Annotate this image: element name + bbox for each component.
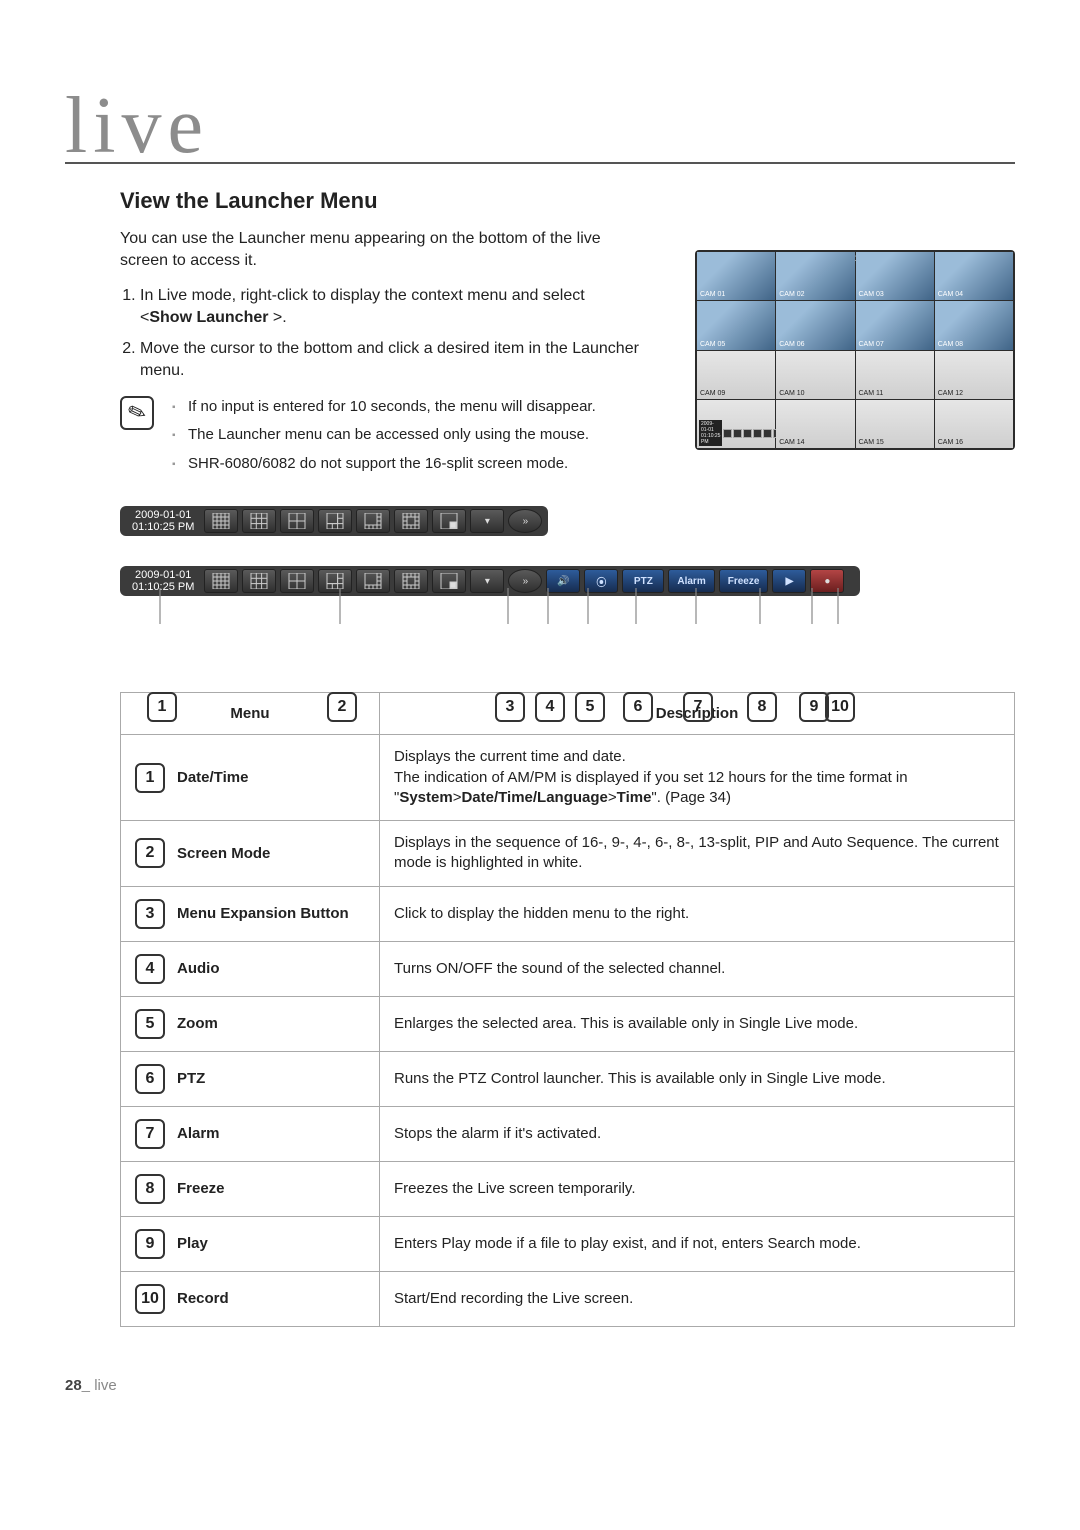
split9-icon[interactable]	[242, 509, 276, 533]
split8-icon[interactable]	[356, 509, 390, 533]
pip-icon[interactable]	[432, 509, 466, 533]
menu-number: 10	[135, 1284, 165, 1314]
menu-name: Menu Expansion Button	[177, 905, 349, 922]
page-footer: 28_ live	[65, 1377, 1015, 1394]
menu-number: 6	[135, 1064, 165, 1094]
intro-text: You can use the Launcher menu appearing …	[120, 228, 620, 271]
note-item: If no input is entered for 10 seconds, t…	[172, 396, 596, 419]
callout-number: 7	[683, 692, 713, 722]
menu-name: Date/Time	[177, 769, 248, 786]
camera-cell: CAM 16	[935, 400, 1013, 448]
menu-description: Turns ON/OFF the sound of the selected c…	[380, 941, 1015, 996]
table-row: 7 Alarm Stops the alarm if it's activated.	[121, 1106, 1015, 1161]
menu-number: 5	[135, 1009, 165, 1039]
callout-number: 6	[623, 692, 653, 722]
menu-name: Audio	[177, 960, 220, 977]
note-item: The Launcher menu can be accessed only u…	[172, 424, 596, 447]
split4-icon[interactable]	[280, 509, 314, 533]
camera-cell: CAM 04	[935, 252, 1013, 300]
note-item: SHR-6080/6082 do not support the 16-spli…	[172, 453, 596, 476]
callout-number: 1	[147, 692, 177, 722]
menu-number: 4	[135, 954, 165, 984]
expand-button[interactable]: »	[508, 509, 542, 533]
camera-cell: CAM 01	[697, 252, 775, 300]
menu-description: Start/End recording the Live screen.	[380, 1271, 1015, 1326]
menu-name: Zoom	[177, 1015, 218, 1032]
menu-description-table: Menu Description 1Date/TimeDisplays the …	[120, 692, 1015, 1326]
camera-cell: CAM 05	[697, 301, 775, 349]
callout-number: 3	[495, 692, 525, 722]
menu-number: 7	[135, 1119, 165, 1149]
menu-number: 9	[135, 1229, 165, 1259]
menu-number: 2	[135, 838, 165, 868]
dropdown-icon[interactable]: ▾	[470, 509, 504, 533]
camera-cell: CAM 12	[935, 351, 1013, 399]
menu-description: Displays in the sequence of 16-, 9-, 4-,…	[380, 821, 1015, 887]
camera-grid-screenshot: 2009-01-01 01:10:25 CAM 01CAM 02CAM 03CA…	[695, 250, 1015, 450]
callout-number: 2	[327, 692, 357, 722]
menu-number: 8	[135, 1174, 165, 1204]
page-number: 28_	[65, 1377, 90, 1394]
menu-description: Enters Play mode if a file to play exist…	[380, 1216, 1015, 1271]
notes-list: If no input is entered for 10 seconds, t…	[172, 396, 596, 482]
chapter-title: live	[65, 90, 1015, 164]
table-row: 5 Zoom Enlarges the selected area. This is…	[121, 996, 1015, 1051]
step-item: Move the cursor to the bottom and click …	[140, 338, 640, 381]
table-row: 6 PTZ Runs the PTZ Control launcher. This …	[121, 1051, 1015, 1106]
date-text: 2009-01-01	[132, 569, 194, 581]
menu-name: Freeze	[177, 1180, 225, 1197]
menu-name: Alarm	[177, 1125, 220, 1142]
split13-icon[interactable]	[394, 509, 428, 533]
camera-cell: CAM 10	[776, 351, 854, 399]
callout-number: 4	[535, 692, 565, 722]
split6-icon[interactable]	[318, 509, 352, 533]
camera-cell: CAM 03	[856, 252, 934, 300]
split16-icon[interactable]	[204, 509, 238, 533]
callout-number: 5	[575, 692, 605, 722]
menu-number: 1	[135, 763, 165, 793]
launcher-bar-collapsed: 2009-01-01 01:10:25 PM ▾ »	[120, 506, 548, 536]
table-row: 4 Audio Turns ON/OFF the sound of the sele…	[121, 941, 1015, 996]
menu-description: Freezes the Live screen temporarily.	[380, 1161, 1015, 1216]
table-row: 2 Screen Mode Displays in the sequence of …	[121, 821, 1015, 887]
menu-description: Runs the PTZ Control launcher. This is a…	[380, 1051, 1015, 1106]
step-item: In Live mode, right-click to display the…	[140, 285, 640, 328]
menu-name: Play	[177, 1235, 208, 1252]
table-row: 3 Menu Expansion Button Click to display t…	[121, 886, 1015, 941]
camera-cell: CAM 11	[856, 351, 934, 399]
table-row: 9 Play Enters Play mode if a file to play …	[121, 1216, 1015, 1271]
table-row: 1 Date/Time Displays the current time and …	[121, 735, 1015, 821]
menu-name: Record	[177, 1290, 229, 1307]
table-row: 10 Record Start/End recording the Live scr…	[121, 1271, 1015, 1326]
steps-list: In Live mode, right-click to display the…	[120, 285, 640, 381]
table-row: 8 Freeze Freezes the Live screen temporari…	[121, 1161, 1015, 1216]
date-text: 2009-01-01	[132, 509, 194, 521]
time-text: 01:10:25 PM	[132, 521, 194, 533]
callout-number: 10	[825, 692, 855, 722]
date-time-block: 2009-01-01 01:10:25 PM	[126, 509, 200, 533]
camera-cell: CAM 08	[935, 301, 1013, 349]
menu-description: Enlarges the selected area. This is avai…	[380, 996, 1015, 1051]
camera-cell: CAM 14	[776, 400, 854, 448]
menu-number: 3	[135, 899, 165, 929]
menu-description: Displays the current time and date.The i…	[380, 735, 1015, 821]
callout-number: 8	[747, 692, 777, 722]
camera-cell: CAM 06	[776, 301, 854, 349]
camera-cell: CAM 07	[856, 301, 934, 349]
camera-cell: CAM 09	[697, 351, 775, 399]
menu-description: Stops the alarm if it's activated.	[380, 1106, 1015, 1161]
note-icon: ✎	[120, 396, 154, 430]
camera-cell: CAM 02	[776, 252, 854, 300]
camera-cell: CAM 132009-01-0101:10:25 PM	[697, 400, 775, 448]
menu-name: PTZ	[177, 1070, 205, 1087]
menu-description: Click to display the hidden menu to the …	[380, 886, 1015, 941]
camera-cell: CAM 15	[856, 400, 934, 448]
menu-name: Screen Mode	[177, 845, 270, 862]
footer-section: live	[94, 1377, 117, 1394]
section-heading: View the Launcher Menu	[120, 188, 1015, 214]
